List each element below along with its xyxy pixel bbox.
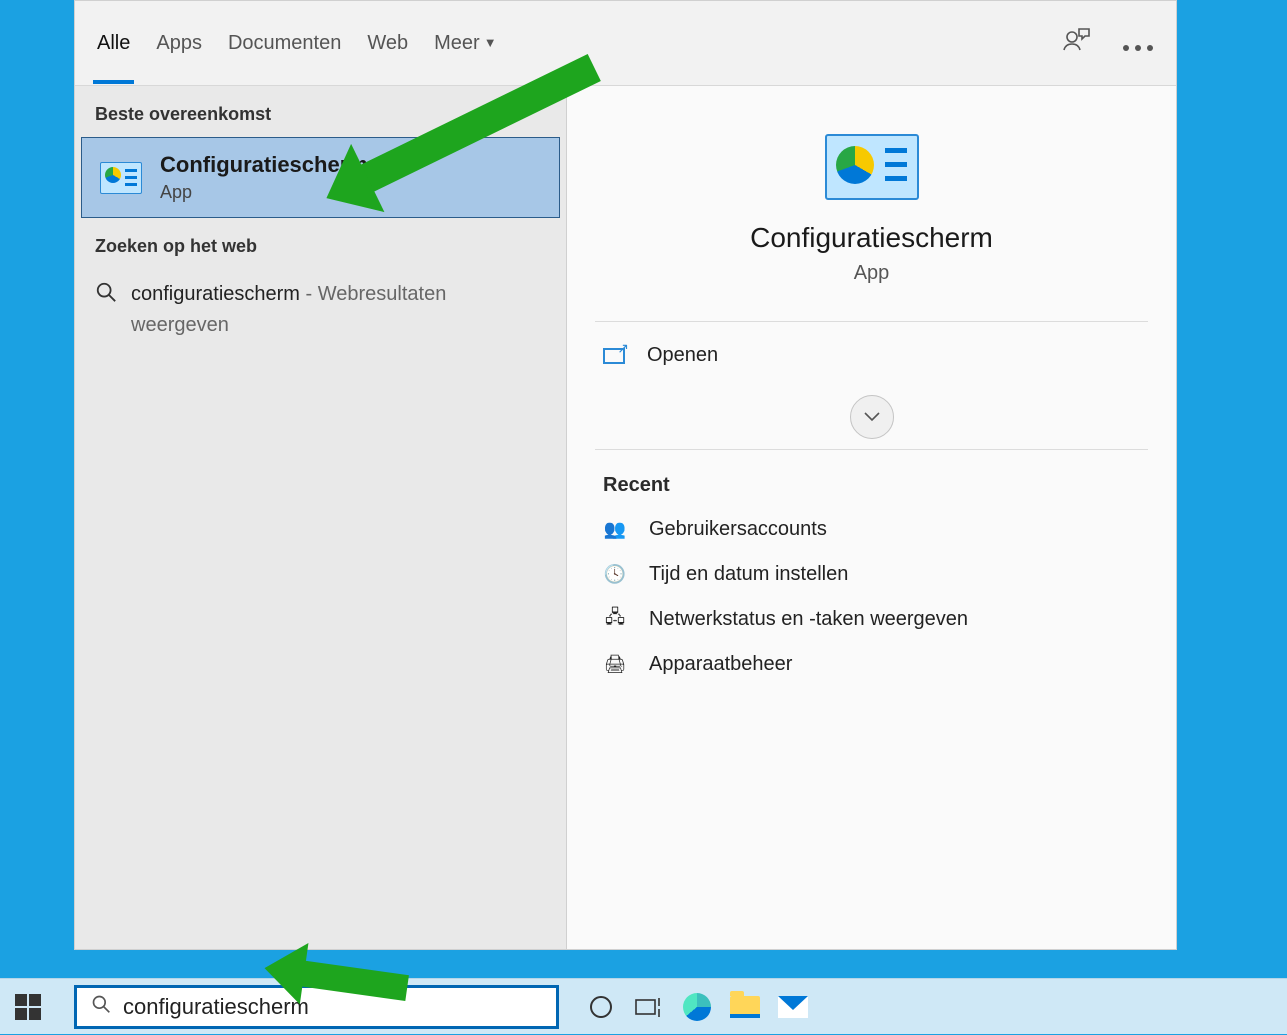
file-explorer-button[interactable] [721, 979, 769, 1035]
recent-item-icon: 🖨 [603, 655, 627, 675]
taskbar [0, 978, 1287, 1034]
recent-item[interactable]: 🖧 Netwerkstatus en -taken weergeven [567, 597, 1176, 642]
feedback-icon[interactable] [1062, 28, 1090, 60]
recent-item-icon: 🖧 [603, 610, 627, 630]
recent-item-label: Netwerkstatus en -taken weergeven [649, 608, 968, 631]
tab-all[interactable]: Alle [97, 32, 130, 55]
folder-icon [730, 996, 760, 1018]
chevron-down-icon [864, 412, 880, 422]
recent-item-label: Tijd en datum instellen [649, 563, 848, 586]
cortana-button[interactable] [577, 979, 625, 1035]
taskbar-search-box[interactable] [74, 985, 559, 1029]
search-input[interactable] [123, 994, 542, 1020]
start-button[interactable] [0, 979, 56, 1035]
mail-button[interactable] [769, 979, 817, 1035]
control-panel-icon [100, 162, 142, 194]
control-panel-icon-large [825, 134, 919, 200]
mail-icon [778, 996, 808, 1018]
tab-documents[interactable]: Documenten [228, 32, 341, 55]
open-action[interactable]: Openen [567, 322, 1176, 389]
recent-item-icon: 👥 [603, 520, 627, 540]
web-result-query: configuratiescherm [131, 283, 300, 305]
task-view-button[interactable] [625, 979, 673, 1035]
recent-item[interactable]: 🕓 Tijd en datum instellen [567, 552, 1176, 597]
search-icon [95, 281, 117, 309]
preview-subtitle: App [567, 262, 1176, 285]
search-panel: Alle Apps Documenten Web Meer▼ Beste ove… [74, 0, 1177, 950]
tab-web[interactable]: Web [367, 32, 408, 55]
recent-item-icon: 🕓 [603, 565, 627, 585]
search-icon [91, 994, 111, 1020]
open-icon [603, 348, 625, 364]
recent-item-label: Gebruikersaccounts [649, 518, 827, 541]
recent-item-label: Apparaatbeheer [649, 653, 792, 676]
tab-bar: Alle Apps Documenten Web Meer▼ [75, 1, 1176, 86]
recent-label: Recent [567, 450, 1176, 507]
web-result[interactable]: configuratiescherm - Webresultaten weerg… [75, 269, 566, 351]
expand-button[interactable] [850, 395, 894, 439]
preview-title: Configuratiescherm [567, 222, 1176, 254]
recent-item[interactable]: 🖨 Apparaatbeheer [567, 642, 1176, 687]
open-label: Openen [647, 344, 718, 367]
preview-pane: Configuratiescherm App Openen Recent 👥 Ge… [567, 86, 1176, 949]
edge-button[interactable] [673, 979, 721, 1035]
task-view-icon [635, 996, 663, 1018]
chevron-down-icon: ▼ [484, 35, 497, 50]
results-pane: Beste overeenkomst Configuratiescherm Ap… [75, 86, 567, 949]
tab-apps[interactable]: Apps [156, 32, 202, 55]
windows-logo-icon [15, 994, 41, 1020]
edge-icon [683, 993, 711, 1021]
more-options-icon[interactable] [1120, 31, 1156, 57]
tab-more[interactable]: Meer▼ [434, 32, 496, 55]
recent-item[interactable]: 👥 Gebruikersaccounts [567, 507, 1176, 552]
web-search-label: Zoeken op het web [75, 218, 566, 269]
cortana-icon [588, 994, 614, 1020]
